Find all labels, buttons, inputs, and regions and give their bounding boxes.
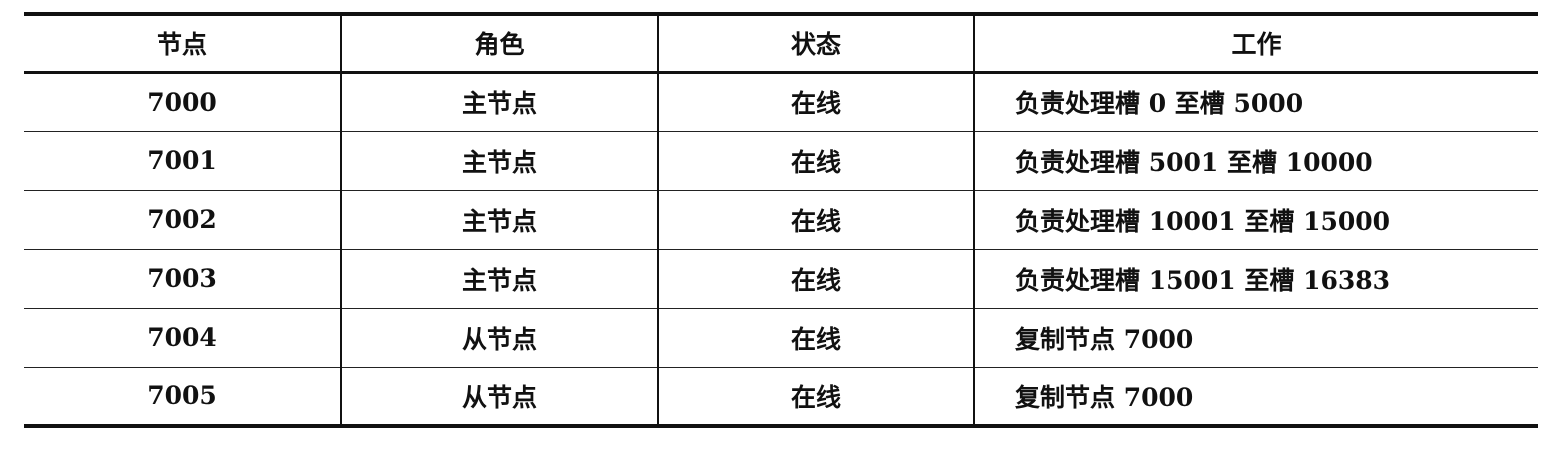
cell-work: 复制节点 7000: [973, 367, 1538, 428]
cluster-node-table: 节点 角色 状态 工作 7000 主节点 在线 负责处理槽 0 至槽 5000 …: [24, 12, 1538, 428]
cell-role: 主节点: [340, 72, 659, 132]
cell-status: 在线: [657, 249, 975, 309]
cluster-node-table-container: 节点 角色 状态 工作 7000 主节点 在线 负责处理槽 0 至槽 5000 …: [24, 12, 1538, 428]
cell-role: 主节点: [340, 190, 659, 250]
cell-status: 在线: [657, 72, 975, 132]
header-row: 节点 角色 状态 工作: [24, 12, 1538, 74]
table-row: 7000 主节点 在线 负责处理槽 0 至槽 5000: [24, 72, 1538, 132]
cell-role: 主节点: [340, 249, 659, 309]
table-row: 7002 主节点 在线 负责处理槽 10001 至槽 15000: [24, 190, 1538, 250]
cell-node: 7000: [24, 72, 342, 132]
cell-role: 从节点: [340, 367, 659, 428]
table-row: 7001 主节点 在线 负责处理槽 5001 至槽 10000: [24, 131, 1538, 191]
cell-work: 负责处理槽 10001 至槽 15000: [973, 190, 1538, 250]
cell-status: 在线: [657, 308, 975, 368]
cell-node: 7004: [24, 308, 342, 368]
table-body: 7000 主节点 在线 负责处理槽 0 至槽 5000 7001 主节点 在线 …: [24, 72, 1538, 428]
cell-node: 7001: [24, 131, 342, 191]
header-status: 状态: [657, 12, 975, 74]
cell-role: 主节点: [340, 131, 659, 191]
cell-status: 在线: [657, 131, 975, 191]
cell-role: 从节点: [340, 308, 659, 368]
cell-work: 负责处理槽 15001 至槽 16383: [973, 249, 1538, 309]
table-row: 7003 主节点 在线 负责处理槽 15001 至槽 16383: [24, 249, 1538, 309]
header-node: 节点: [24, 12, 342, 74]
cell-work: 复制节点 7000: [973, 308, 1538, 368]
cell-node: 7002: [24, 190, 342, 250]
table-header: 节点 角色 状态 工作: [24, 12, 1538, 74]
header-work: 工作: [973, 12, 1538, 74]
cell-node: 7003: [24, 249, 342, 309]
header-role: 角色: [340, 12, 659, 74]
cell-work: 负责处理槽 5001 至槽 10000: [973, 131, 1538, 191]
cell-status: 在线: [657, 367, 975, 428]
table-row: 7004 从节点 在线 复制节点 7000: [24, 308, 1538, 368]
table-row: 7005 从节点 在线 复制节点 7000: [24, 367, 1538, 428]
cell-work: 负责处理槽 0 至槽 5000: [973, 72, 1538, 132]
cell-status: 在线: [657, 190, 975, 250]
cell-node: 7005: [24, 367, 342, 428]
